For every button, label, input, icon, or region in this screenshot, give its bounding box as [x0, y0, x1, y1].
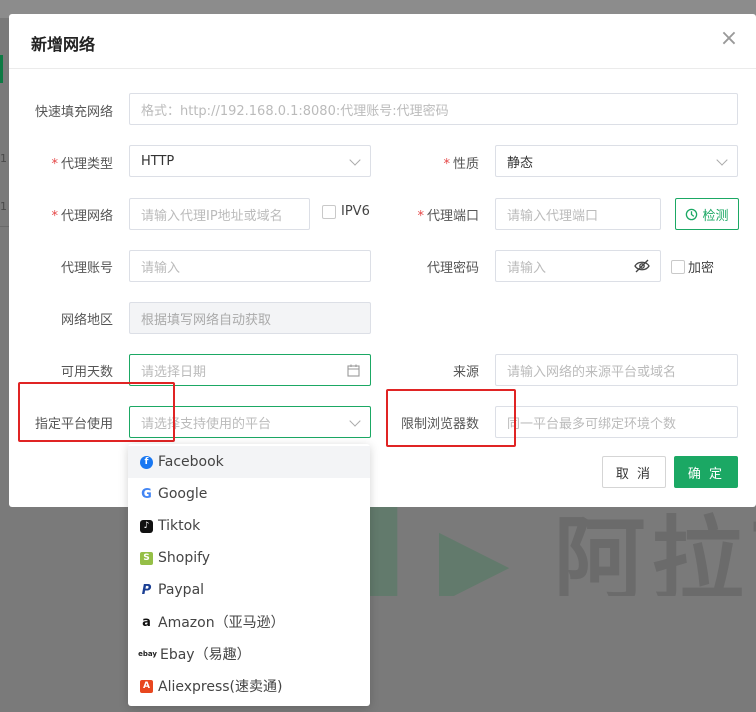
platform-option-ebay[interactable]: ebay Ebay（易趣） — [128, 638, 370, 670]
paypal-icon: P — [140, 582, 153, 598]
proxy-type-label: * 代理类型 — [51, 157, 113, 172]
cancel-button[interactable]: 取 消 — [602, 456, 666, 488]
confirm-button[interactable]: 确 定 — [674, 456, 738, 488]
add-network-modal: 新增网络 × 快速填充网络 格式：http://192.168.0.1:8080… — [9, 14, 756, 507]
browser-limit-placeholder: 同一平台最多可绑定环境个数 — [507, 416, 677, 432]
chevron-down-icon — [716, 154, 728, 166]
eye-hidden-icon[interactable] — [634, 259, 650, 273]
available-days-placeholder: 请选择日期 — [141, 364, 207, 380]
encrypt-checkbox[interactable]: 加密 — [671, 257, 714, 276]
proxy-account-placeholder: 请输入 — [141, 260, 181, 276]
platform-dropdown: f Facebook G Google ♪ Tiktok S Shopify P… — [128, 444, 370, 706]
platform-option-facebook[interactable]: f Facebook — [128, 446, 370, 478]
region-label: 网络地区 — [60, 313, 113, 328]
calendar-icon — [347, 364, 360, 377]
chevron-down-icon — [349, 154, 361, 166]
available-days-label: 可用天数 — [60, 365, 113, 380]
platform-option-label: Amazon（亚马逊） — [158, 615, 285, 631]
platform-option-label: Facebook — [158, 454, 224, 470]
ebay-icon: ebay — [138, 647, 157, 661]
proxy-account-input[interactable]: 请输入 — [129, 250, 371, 282]
platform-option-aliexpress[interactable]: A Aliexpress(速卖通) — [128, 670, 370, 702]
nature-select[interactable]: 静态 — [495, 145, 738, 177]
amazon-icon: a — [140, 615, 153, 630]
platform-option-shopify[interactable]: S Shopify — [128, 542, 370, 574]
proxy-port-label: * 代理端口 — [417, 209, 479, 224]
platform-option-amazon[interactable]: a Amazon（亚马逊） — [128, 606, 370, 638]
platform-option-label: Ebay（易趣） — [160, 647, 251, 663]
proxy-network-input[interactable]: 请输入代理IP地址或域名 — [129, 198, 310, 230]
proxy-type-value: HTTP — [141, 153, 175, 169]
detect-button-label: 检测 — [702, 208, 729, 224]
background-divider — [0, 226, 9, 227]
tiktok-icon: ♪ — [140, 519, 153, 533]
google-icon: G — [140, 486, 153, 502]
nature-value: 静态 — [507, 155, 534, 171]
browser-limit-label: 限制浏览器数 — [400, 417, 479, 432]
platform-option-label: Tiktok — [158, 518, 201, 534]
background-row-number: 1 — [0, 200, 7, 213]
proxy-port-placeholder: 请输入代理端口 — [507, 208, 599, 224]
logo-mark-icon: ▌▶ — [362, 507, 516, 596]
shopify-icon: S — [140, 551, 153, 565]
proxy-network-placeholder: 请输入代理IP地址或域名 — [141, 208, 283, 224]
platform-placeholder: 请选择支持使用的平台 — [141, 416, 272, 432]
region-input: 根据填写网络自动获取 — [129, 302, 371, 334]
nature-label: * 性质 — [443, 157, 479, 172]
encrypt-label: 加密 — [688, 261, 715, 276]
aliexpress-icon: A — [140, 679, 153, 693]
proxy-password-input[interactable]: 请输入 — [495, 250, 661, 282]
nature-label-text: 性质 — [452, 157, 479, 172]
platform-option-google[interactable]: G Google — [128, 478, 370, 510]
quick-fill-input[interactable]: 格式：http://192.168.0.1:8080:代理账号:代理密码 — [129, 93, 738, 125]
chevron-down-icon — [349, 415, 361, 427]
proxy-password-placeholder: 请输入 — [507, 260, 547, 276]
platform-option-label: Paypal — [158, 582, 205, 598]
ipv6-checkbox-box[interactable] — [322, 204, 336, 219]
platform-label: 指定平台使用 — [34, 417, 113, 432]
encrypt-checkbox-box[interactable] — [671, 259, 685, 274]
close-icon[interactable]: × — [718, 28, 740, 50]
proxy-network-label: * 代理网络 — [51, 209, 113, 224]
platform-option-label: Google — [158, 486, 208, 502]
quick-fill-placeholder: 格式：http://192.168.0.1:8080:代理账号:代理密码 — [141, 103, 449, 119]
platform-option-label: Aliexpress(速卖通) — [158, 679, 283, 695]
background-accent-bar — [0, 55, 3, 83]
region-placeholder: 根据填写网络自动获取 — [141, 312, 272, 328]
platform-select[interactable]: 请选择支持使用的平台 — [129, 406, 371, 438]
ipv6-checkbox[interactable]: IPV6 — [322, 204, 370, 219]
source-placeholder: 请输入网络的来源平台或域名 — [507, 364, 677, 380]
proxy-port-input[interactable]: 请输入代理端口 — [495, 198, 661, 230]
proxy-network-label-text: 代理网络 — [60, 209, 113, 224]
detect-button[interactable]: 检测 — [675, 198, 739, 230]
proxy-type-select[interactable]: HTTP — [129, 145, 371, 177]
proxy-port-label-text: 代理端口 — [426, 209, 479, 224]
detect-icon — [686, 208, 698, 220]
browser-limit-input[interactable]: 同一平台最多可绑定环境个数 — [495, 406, 738, 438]
modal-title: 新增网络 — [31, 35, 96, 54]
platform-option-tiktok[interactable]: ♪ Tiktok — [128, 510, 370, 542]
proxy-type-label-text: 代理类型 — [60, 157, 113, 172]
platform-option-paypal[interactable]: P Paypal — [128, 574, 370, 606]
quick-fill-label: 快速填充网络 — [34, 105, 113, 120]
logo-text: 阿拉丁 — [553, 507, 756, 596]
source-label: 来源 — [452, 365, 479, 380]
background-row-number: 1 — [0, 152, 7, 165]
modal-header: 新增网络 × — [9, 14, 756, 69]
available-days-datepicker[interactable]: 请选择日期 — [129, 354, 371, 386]
facebook-icon: f — [140, 455, 153, 469]
proxy-account-label: 代理账号 — [60, 261, 113, 276]
platform-option-label: Shopify — [158, 550, 211, 566]
ipv6-label: IPV6 — [341, 204, 370, 219]
source-input[interactable]: 请输入网络的来源平台或域名 — [495, 354, 738, 386]
proxy-password-label: 代理密码 — [426, 261, 479, 276]
